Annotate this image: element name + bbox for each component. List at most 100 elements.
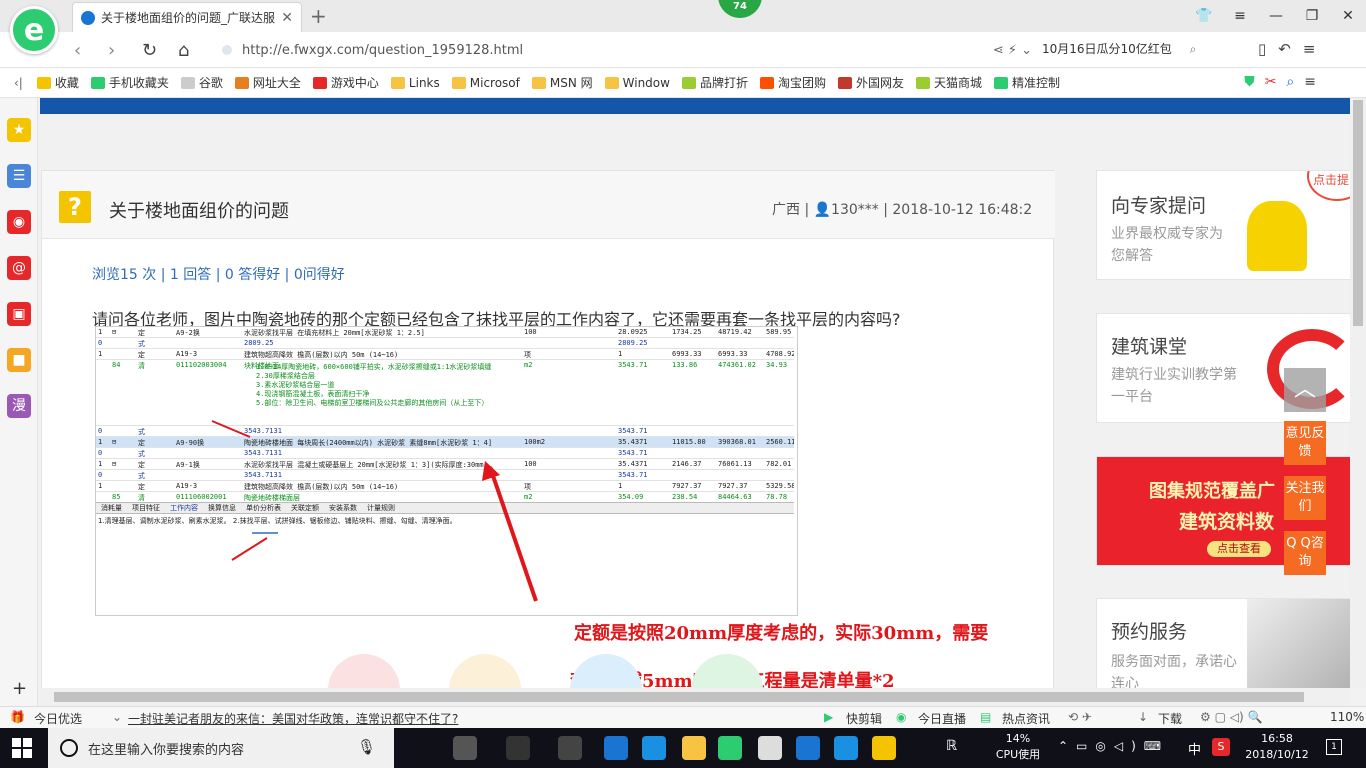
bookmark-item[interactable]: 网址大全 bbox=[234, 74, 301, 91]
gift-icon[interactable]: 🎁 bbox=[10, 710, 25, 724]
people-icon[interactable]: ℝ bbox=[946, 738, 957, 754]
mail-icon[interactable]: @ bbox=[7, 256, 31, 280]
game-icon[interactable]: ▣ bbox=[7, 302, 31, 326]
device-icon[interactable]: ▯ bbox=[1258, 40, 1278, 58]
bookmark-label: 谷歌 bbox=[198, 76, 223, 90]
ask-expert-card[interactable]: 向专家提问 业界最权威专家为您解答 点击提问 bbox=[1096, 170, 1350, 280]
cpu-usage[interactable]: 14% CPU使用 bbox=[992, 731, 1044, 763]
taskbar-clock[interactable]: 16:58 2018/10/12 bbox=[1240, 731, 1314, 763]
collapse-sidebar-icon[interactable]: ‹| bbox=[14, 76, 23, 90]
skin-icon[interactable]: 👕 bbox=[1186, 0, 1222, 32]
quick-edit-link[interactable]: 快剪辑 bbox=[846, 710, 882, 727]
add-sidebar-item-icon[interactable]: + bbox=[12, 678, 27, 699]
horizontal-scroll-thumb[interactable] bbox=[54, 692, 1304, 702]
close-window-button[interactable]: ✕ bbox=[1330, 0, 1366, 32]
booking-service-card[interactable]: 预约服务 服务面对面，承诺心连心 bbox=[1096, 598, 1350, 688]
share-icon[interactable]: ⋖ ⚡ ⌄ bbox=[993, 43, 1032, 58]
forward-button[interactable]: › bbox=[108, 40, 115, 61]
refresh-button[interactable]: ↻ bbox=[142, 40, 157, 61]
bookmark-item[interactable]: 游戏中心 bbox=[312, 74, 379, 91]
tools-icons[interactable]: ⟲ ✈ bbox=[1068, 710, 1092, 724]
tray-icons[interactable]: ⌃▭◎◁)⌨ bbox=[1058, 739, 1169, 753]
mail-app-icon[interactable] bbox=[758, 736, 782, 760]
bookmark-item[interactable]: 淘宝团购 bbox=[759, 74, 826, 91]
game-icon bbox=[312, 76, 327, 89]
microphone-icon[interactable]: 🎙 bbox=[357, 738, 376, 756]
browser-logo-icon[interactable]: e bbox=[10, 6, 58, 54]
comic-icon[interactable]: 漫 bbox=[7, 394, 31, 418]
bookmark-item[interactable]: 手机收藏夹 bbox=[90, 74, 169, 91]
new-tab-button[interactable]: + bbox=[310, 4, 327, 28]
restore-button[interactable]: ❐ bbox=[1294, 0, 1330, 32]
favorites-icon[interactable]: ★ bbox=[7, 118, 31, 142]
ie-icon[interactable] bbox=[642, 736, 666, 760]
today-picks[interactable]: 今日优选 bbox=[34, 710, 82, 727]
edge-icon[interactable] bbox=[604, 736, 628, 760]
vertical-scroll-thumb[interactable] bbox=[1353, 100, 1363, 326]
search-icon[interactable]: ⌕ bbox=[1190, 42, 1197, 56]
status-tool-icons[interactable]: ⚙ ▢ ◁) 🔍 bbox=[1200, 710, 1262, 724]
home-button[interactable]: ⌂ bbox=[178, 40, 189, 61]
undo-icon[interactable]: ↶ bbox=[1278, 40, 1303, 58]
news-search-box[interactable]: 10月16日瓜分10亿红包 ⌕ bbox=[1042, 40, 1242, 57]
fan-app-icon[interactable] bbox=[453, 736, 477, 760]
magnifier-icon[interactable]: ⌕ bbox=[1286, 74, 1304, 90]
bookmark-item[interactable]: MSN 网 bbox=[531, 74, 593, 91]
bookmark-item[interactable]: 谷歌 bbox=[180, 74, 223, 91]
bookmark-item[interactable]: Links bbox=[390, 74, 440, 91]
task-view-icon[interactable] bbox=[408, 736, 432, 760]
shield-icon[interactable]: ⛊ bbox=[1244, 74, 1265, 90]
plus-app-icon[interactable] bbox=[834, 736, 858, 760]
list-icon[interactable]: ☰ bbox=[7, 164, 31, 188]
update-badge[interactable]: 74 bbox=[718, 0, 762, 18]
windows-start-icon[interactable] bbox=[12, 738, 32, 758]
minimize-button[interactable]: — bbox=[1258, 0, 1294, 32]
status-bar: 🎁 今日优选 ⌄ 一封驻美记者朋友的来信：美国对华政策，连常识都守不住了? ▶ … bbox=[0, 706, 1366, 728]
taskbar-search-box[interactable]: 在这里输入你要搜索的内容 🎙 bbox=[48, 728, 394, 768]
bookmark-item[interactable]: Microsof bbox=[451, 74, 520, 91]
sogou-ime-icon[interactable]: S bbox=[1212, 738, 1230, 756]
back-to-top-button[interactable]: ︿ bbox=[1284, 368, 1326, 412]
vertical-scrollbar[interactable] bbox=[1350, 98, 1366, 688]
close-tab-icon[interactable]: ✕ bbox=[281, 10, 293, 26]
bookmark-item[interactable]: 外国网友 bbox=[838, 74, 904, 91]
g-app-icon[interactable] bbox=[796, 736, 820, 760]
bookmark-item[interactable]: 收藏 bbox=[36, 74, 79, 91]
chevron-down-icon[interactable]: ⌄ bbox=[112, 710, 122, 724]
more-icon[interactable]: ≡ bbox=[1303, 40, 1328, 58]
bookmark-item[interactable]: 品牌打折 bbox=[681, 74, 748, 91]
weibo-icon[interactable]: ◉ bbox=[7, 210, 31, 234]
bookmark-item[interactable]: 精准控制 bbox=[994, 74, 1060, 91]
notification-center-icon[interactable]: 1 bbox=[1326, 739, 1342, 755]
chrome-like-icon[interactable] bbox=[558, 736, 582, 760]
360-browser-icon[interactable] bbox=[718, 736, 742, 760]
follow-button[interactable]: 关注我们 bbox=[1284, 476, 1326, 520]
book-icon[interactable]: ■ bbox=[7, 348, 31, 372]
download-icon[interactable]: ↓ bbox=[1138, 710, 1148, 724]
browser-tab[interactable]: 关于楼地面组价的问题_广联达服 ✕ bbox=[72, 2, 302, 32]
folder-icon bbox=[451, 76, 466, 89]
file-explorer-icon[interactable] bbox=[682, 736, 706, 760]
banner-view-button[interactable]: 点击查看 bbox=[1207, 541, 1271, 557]
scissors-icon[interactable]: ✂ bbox=[1265, 74, 1287, 90]
site-info-icon[interactable] bbox=[222, 45, 232, 55]
browser-e-icon[interactable] bbox=[506, 736, 530, 760]
ask-bubble[interactable]: 点击提问 bbox=[1307, 171, 1350, 201]
bookmark-item[interactable]: Window bbox=[604, 74, 670, 91]
bookmark-item[interactable]: 天猫商城 bbox=[916, 74, 982, 91]
news-headline-link[interactable]: 一封驻美记者朋友的来信：美国对华政策，连常识都守不住了? bbox=[128, 710, 458, 727]
horizontal-scrollbar[interactable] bbox=[38, 688, 1350, 706]
star-icon bbox=[36, 76, 51, 89]
url-field[interactable]: http://e.fwxgx.com/question_1959128.html… bbox=[222, 38, 1032, 62]
back-button[interactable]: ‹ bbox=[74, 40, 81, 61]
feedback-button[interactable]: 意见反馈 bbox=[1284, 421, 1326, 465]
hot-news-link[interactable]: 热点资讯 bbox=[1002, 710, 1050, 727]
ime-indicator[interactable]: 中 bbox=[1188, 739, 1201, 758]
menu-icon[interactable]: ≡ bbox=[1222, 0, 1258, 32]
more-icon[interactable]: ≡ bbox=[1304, 74, 1326, 90]
zoom-level[interactable]: 110% bbox=[1330, 710, 1364, 724]
live-link[interactable]: 今日直播 bbox=[918, 710, 966, 727]
notes-app-icon[interactable] bbox=[872, 736, 896, 760]
qq-consult-button[interactable]: Q Q咨询 bbox=[1284, 531, 1326, 575]
download-link[interactable]: 下载 bbox=[1158, 710, 1182, 727]
